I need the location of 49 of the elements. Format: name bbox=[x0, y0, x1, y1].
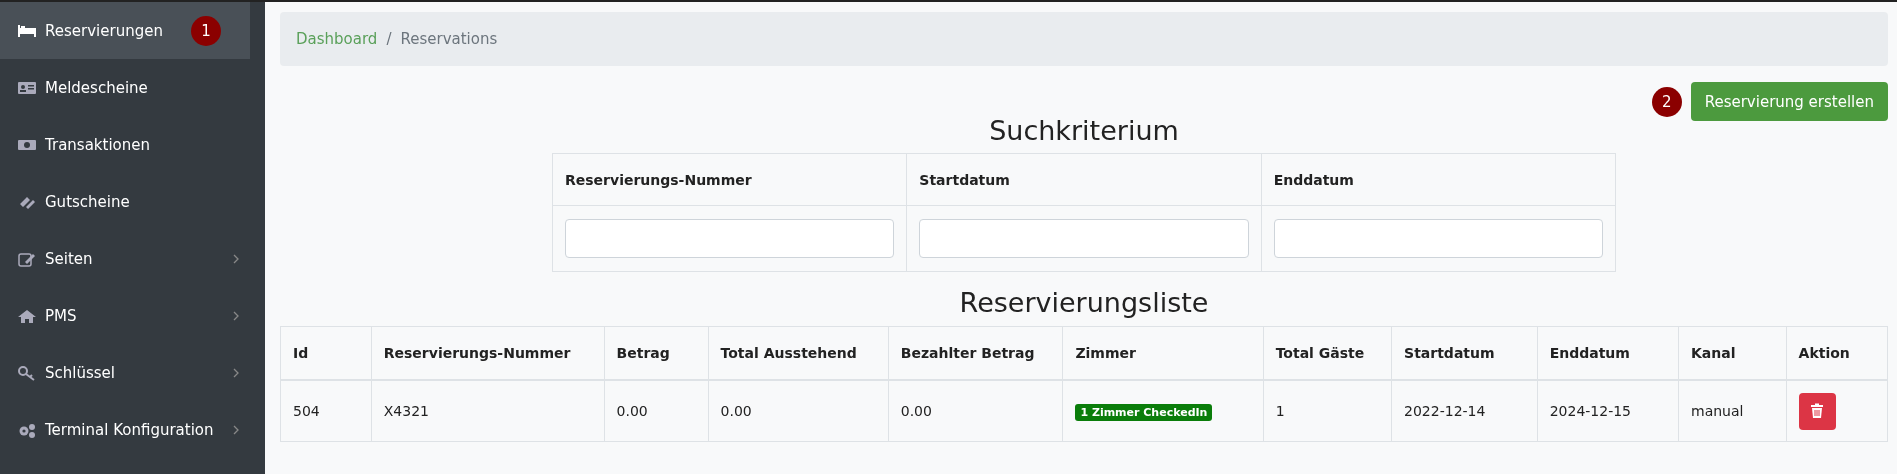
table-cell: 2024-12-15 bbox=[1549, 403, 1632, 419]
callout-marker: 1 bbox=[190, 15, 221, 46]
column-header: Id bbox=[293, 345, 309, 361]
table-cell: 0.00 bbox=[900, 403, 932, 419]
column-header: Aktion bbox=[1798, 345, 1850, 361]
column-header: Startdatum bbox=[906, 153, 1262, 206]
create-reservation-button[interactable]: Reservierung erstellen bbox=[1690, 82, 1888, 121]
edit-icon bbox=[17, 250, 37, 267]
callout-marker: 2 bbox=[1651, 86, 1682, 117]
table-cell: manual bbox=[1691, 403, 1744, 419]
status-badge: 1 Zimmer CheckedIn bbox=[1075, 404, 1213, 421]
sidebar-item[interactable]: Seiten bbox=[0, 230, 265, 287]
table-cell: 0.00 bbox=[720, 403, 752, 419]
bed-icon bbox=[17, 22, 37, 39]
home-icon bbox=[17, 307, 37, 324]
delete-button[interactable] bbox=[1798, 392, 1836, 430]
sidebar-item[interactable]: Schlüssel bbox=[0, 344, 265, 401]
sidebar-item[interactable]: Terminal Konfiguration bbox=[0, 401, 265, 458]
column-header: Reservierungs-Nummer bbox=[552, 153, 907, 206]
section-title: Suchkriterium bbox=[988, 115, 1180, 146]
column-header: Kanal bbox=[1691, 345, 1736, 361]
sidebar-item[interactable]: Reservierungen 1 bbox=[0, 2, 250, 59]
trash-icon bbox=[1810, 403, 1825, 419]
table-cell: 0.00 bbox=[616, 403, 648, 419]
column-header: Total Ausstehend bbox=[720, 345, 857, 361]
table-cell: 1 bbox=[1275, 403, 1285, 419]
column-header: Zimmer bbox=[1075, 345, 1136, 361]
sidebar-item[interactable]: Gutscheine bbox=[0, 173, 265, 230]
table-cell: X4321 bbox=[383, 403, 429, 419]
section-title: Reservierungsliste bbox=[958, 287, 1210, 318]
input-field[interactable] bbox=[1273, 219, 1603, 258]
column-header: Enddatum bbox=[1261, 153, 1616, 206]
input-field[interactable] bbox=[919, 219, 1249, 258]
column-header: Bezahlter Betrag bbox=[900, 345, 1035, 361]
key-icon bbox=[17, 364, 37, 381]
column-header: Betrag bbox=[616, 345, 670, 361]
card-icon bbox=[17, 79, 37, 96]
breadcrumb-separator: / bbox=[386, 30, 392, 48]
sidebar-item[interactable]: PMS bbox=[0, 287, 265, 344]
column-header: Reservierungs-Nummer bbox=[383, 345, 571, 361]
column-header: Total Gäste bbox=[1275, 345, 1365, 361]
table-cell: 504 bbox=[293, 403, 320, 419]
sidebar-item[interactable]: Meldescheine bbox=[0, 59, 265, 116]
table-cell: 2022-12-14 bbox=[1404, 403, 1486, 419]
column-header: Enddatum bbox=[1549, 345, 1630, 361]
column-header: Startdatum bbox=[1404, 345, 1495, 361]
sidebar-item[interactable]: Transaktionen bbox=[0, 116, 265, 173]
input-field[interactable] bbox=[565, 219, 895, 258]
breadcrumb-current: Reservations bbox=[400, 30, 498, 48]
